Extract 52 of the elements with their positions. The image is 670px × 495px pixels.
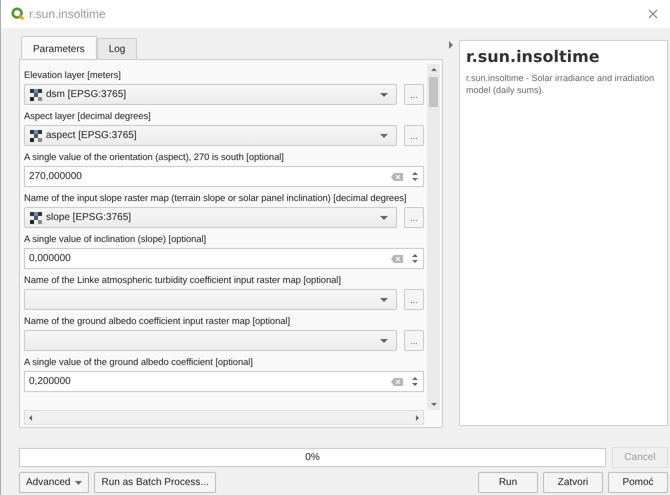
clear-icon[interactable]: [391, 378, 403, 386]
app-logo-icon: [11, 7, 25, 21]
spin-arrows-icon[interactable]: [411, 253, 419, 264]
spin-arrows-icon[interactable]: [411, 376, 419, 387]
dialog-button[interactable]: Run as Batch Process...: [94, 472, 216, 493]
dropdown-arrow-icon: [380, 298, 388, 302]
field-label: Name of the input slope raster map (terrain slope or solar panel inclination) [decimal degrees]: [24, 191, 408, 205]
browse-button[interactable]: ...: [404, 289, 424, 310]
raster-layer-icon: [30, 212, 42, 224]
raster-layer-icon: [30, 130, 42, 142]
progress-reading: 0%: [305, 452, 320, 463]
field-label: A single value of the ground albedo coefficient [optional]: [24, 355, 254, 369]
tab[interactable]: Log: [96, 38, 138, 59]
field-label: A single value of inclination (slope) [optional]: [24, 232, 208, 246]
dropdown-arrow-icon: [75, 480, 82, 484]
clear-icon[interactable]: [391, 254, 403, 262]
field-label: A single value of the orientation (aspect), 270 is south [optional]: [24, 150, 285, 164]
dialog-button[interactable]: Pomoć: [608, 472, 668, 493]
dropdown-arrow-icon: [380, 216, 388, 220]
close-icon[interactable]: [648, 9, 658, 19]
raster-layer-icon: [30, 88, 42, 100]
tab[interactable]: Parameters: [21, 36, 97, 59]
dialog-button[interactable]: Advanced: [19, 472, 90, 493]
field-label: Name of the Linke atmospheric turbidity coefficient input raster map [optional]: [24, 273, 342, 287]
dropdown-arrow-icon: [380, 338, 388, 342]
browse-button[interactable]: ...: [404, 84, 424, 105]
browse-button[interactable]: ...: [404, 125, 424, 146]
clear-icon[interactable]: [391, 172, 403, 180]
vertical-scrollbar[interactable]: [427, 64, 440, 410]
spin-arrows-icon[interactable]: [411, 171, 419, 182]
horizontal-scrollbar[interactable]: [24, 410, 424, 425]
layer-dropdown[interactable]: aspect [EPSG:3765]: [24, 125, 397, 146]
collapse-arrow-icon[interactable]: [449, 41, 453, 49]
number-field[interactable]: 0,200000: [24, 371, 424, 392]
layer-dropdown[interactable]: dsm [EPSG:3765]: [24, 84, 397, 105]
dropdown-arrow-icon: [380, 92, 388, 96]
dropdown-arrow-icon: [380, 134, 388, 138]
browse-button[interactable]: ...: [404, 330, 424, 351]
layer-dropdown[interactable]: [24, 330, 397, 351]
window-title: r.sun.insoltime: [29, 7, 107, 21]
browse-button[interactable]: ...: [404, 207, 424, 228]
number-field[interactable]: 0,000000: [24, 248, 424, 269]
help-text: r.sun.insoltime - Solar irradiance and irradiation model (daily sums).: [466, 72, 656, 96]
number-field[interactable]: 270,000000: [24, 166, 424, 187]
dialog-button[interactable]: Zatvori: [543, 472, 603, 493]
dialog-button[interactable]: Run: [478, 472, 538, 493]
field-label: Elevation layer [meters]: [24, 68, 122, 82]
layer-dropdown[interactable]: [24, 289, 397, 310]
help-title: r.sun.insoltime: [466, 47, 601, 66]
layer-dropdown[interactable]: slope [EPSG:3765]: [24, 207, 397, 228]
field-label: Name of the ground albedo coefficient input raster map [optional]: [24, 314, 292, 328]
field-label: Aspect layer [decimal degrees]: [24, 109, 152, 123]
